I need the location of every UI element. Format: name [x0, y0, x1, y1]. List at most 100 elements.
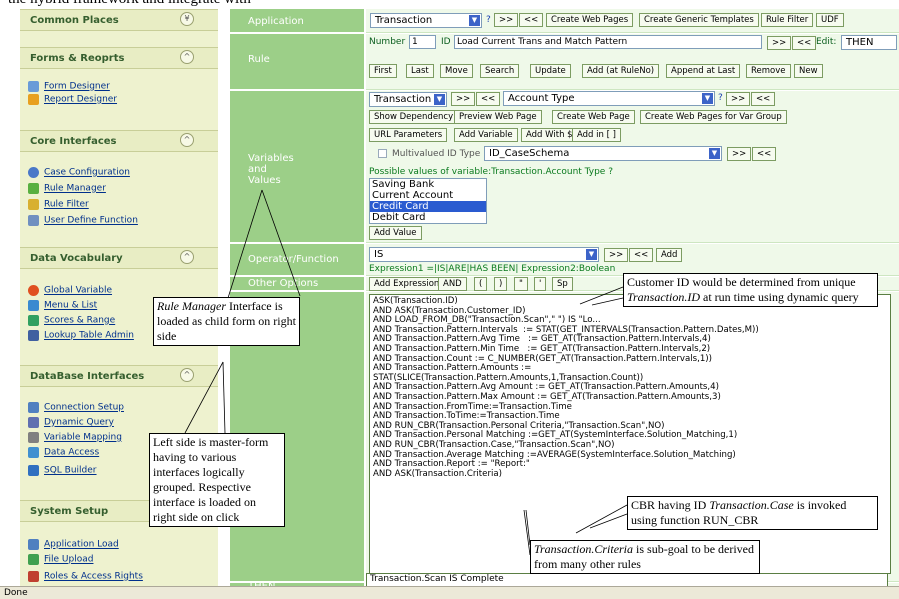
- create-generic-templates-button[interactable]: Create Generic Templates: [639, 13, 759, 27]
- section-database-interfaces[interactable]: DataBase Interfaces ^: [20, 365, 218, 387]
- chevron-down-icon[interactable]: ▼: [586, 249, 597, 260]
- next-button[interactable]: >>: [767, 36, 792, 50]
- link-label[interactable]: Form Designer: [44, 82, 110, 92]
- list-item[interactable]: Debit Card: [370, 212, 486, 223]
- create-web-pages-var-group-button[interactable]: Create Web Pages for Var Group: [640, 110, 787, 124]
- sidebar-link-lookup-table-admin[interactable]: Lookup Table Admin: [28, 330, 134, 343]
- link-label[interactable]: Variable Mapping: [44, 433, 122, 443]
- sidebar-link-report-designer[interactable]: Report Designer: [28, 94, 117, 107]
- rule-id-input[interactable]: Load Current Trans and Match Pattern: [454, 35, 762, 49]
- add-expression-button[interactable]: Add Expression: [369, 277, 445, 291]
- multivalued-select[interactable]: ID_CaseSchema ▼: [484, 146, 722, 161]
- remove-button[interactable]: Remove: [746, 64, 791, 78]
- link-label[interactable]: Dynamic Query: [44, 418, 114, 428]
- prev-button[interactable]: <<: [476, 92, 501, 106]
- sidebar-link-global-variable[interactable]: Global Variable: [28, 285, 112, 298]
- sidebar-link-form-designer[interactable]: Form Designer: [28, 81, 110, 94]
- expand-icon[interactable]: ^: [180, 368, 194, 382]
- add-at-ruleno-button[interactable]: Add (at RuleNo): [582, 64, 660, 78]
- application-select[interactable]: Transaction ▼: [370, 13, 482, 28]
- link-label[interactable]: Rule Manager: [44, 184, 106, 194]
- list-item[interactable]: Credit Card: [370, 201, 486, 212]
- then-text[interactable]: Transaction.Scan IS Complete: [370, 574, 504, 584]
- append-at-last-button[interactable]: Append at Last: [666, 64, 741, 78]
- rule-filter-button[interactable]: Rule Filter: [761, 13, 814, 27]
- add-operator-button[interactable]: Add: [656, 248, 683, 262]
- next-button[interactable]: >>: [451, 92, 476, 106]
- section-forms-reports[interactable]: Forms & Reoprts ^: [20, 47, 218, 69]
- last-button[interactable]: Last: [406, 64, 434, 78]
- link-label[interactable]: User Define Function: [44, 216, 138, 226]
- list-item[interactable]: Current Account: [370, 190, 486, 201]
- create-web-pages-button[interactable]: Create Web Pages: [546, 13, 634, 27]
- link-label[interactable]: Roles & Access Rights: [44, 572, 143, 582]
- move-button[interactable]: Move: [440, 64, 473, 78]
- edit-select[interactable]: THEN: [841, 35, 897, 50]
- first-button[interactable]: First: [369, 64, 397, 78]
- add-with-dollar-button[interactable]: Add With $: [521, 128, 578, 142]
- close-paren-button[interactable]: ): [494, 277, 508, 291]
- double-quote-button[interactable]: ": [514, 277, 528, 291]
- variable-select[interactable]: Account Type ▼: [503, 91, 715, 106]
- sidebar-link-rule-manager[interactable]: Rule Manager: [28, 183, 106, 196]
- operator-select[interactable]: IS ▼: [369, 247, 599, 262]
- sidebar-link-dynamic-query[interactable]: Dynamic Query: [28, 417, 114, 430]
- prev-button[interactable]: <<: [792, 36, 817, 50]
- create-web-page-button[interactable]: Create Web Page: [552, 110, 635, 124]
- add-variable-button[interactable]: Add Variable: [454, 128, 518, 142]
- chevron-down-icon[interactable]: ▼: [434, 94, 445, 105]
- help-link[interactable]: ?: [486, 15, 491, 25]
- expand-icon[interactable]: ^: [180, 50, 194, 64]
- possible-values-listbox[interactable]: Saving Bank Current Account Credit Card …: [369, 178, 487, 224]
- sidebar-link-sql-builder[interactable]: SQL Builder: [28, 465, 97, 478]
- update-button[interactable]: Update: [530, 64, 571, 78]
- link-label[interactable]: Case Configuration: [44, 168, 130, 178]
- add-in-brackets-button[interactable]: Add in [ ]: [572, 128, 621, 142]
- if-expression-textarea[interactable]: ASK(Transaction.ID) AND ASK(Transaction.…: [369, 294, 891, 574]
- expand-icon[interactable]: ^: [180, 250, 194, 264]
- variable-group-select[interactable]: Transaction ▼: [369, 92, 447, 107]
- link-label[interactable]: Connection Setup: [44, 403, 124, 413]
- sidebar-link-variable-mapping[interactable]: Variable Mapping: [28, 432, 122, 445]
- sidebar-link-file-upload[interactable]: File Upload: [28, 554, 93, 567]
- collapse-icon[interactable]: ¥: [180, 12, 194, 26]
- chevron-down-icon[interactable]: ▼: [702, 93, 713, 104]
- and-button[interactable]: AND: [438, 277, 467, 291]
- next-button-3[interactable]: >>: [727, 147, 752, 161]
- chevron-down-icon[interactable]: ▼: [469, 15, 480, 26]
- list-item[interactable]: Saving Bank: [370, 179, 486, 190]
- preview-web-page-button[interactable]: Preview Web Page: [454, 110, 542, 124]
- link-label[interactable]: Global Variable: [44, 286, 112, 296]
- sidebar-link-data-access[interactable]: Data Access: [28, 447, 99, 460]
- sidebar-link-roles-access[interactable]: Roles & Access Rights: [28, 571, 143, 584]
- link-label[interactable]: File Upload: [44, 555, 93, 565]
- add-value-button[interactable]: Add Value: [369, 226, 422, 240]
- prev-button-2[interactable]: <<: [751, 92, 776, 106]
- single-quote-button[interactable]: ': [534, 277, 547, 291]
- link-label[interactable]: Data Access: [44, 448, 99, 458]
- multivalued-checkbox[interactable]: [378, 149, 387, 158]
- link-label[interactable]: Rule Filter: [44, 200, 89, 210]
- link-label[interactable]: SQL Builder: [44, 466, 97, 476]
- sidebar-link-menu-list[interactable]: Menu & List: [28, 300, 97, 313]
- next-button[interactable]: >>: [604, 248, 629, 262]
- next-button[interactable]: >>: [494, 13, 519, 27]
- show-dependency-button[interactable]: Show Dependency: [369, 110, 459, 124]
- section-data-vocabulary[interactable]: Data Vocabulary ^: [20, 247, 218, 269]
- url-parameters-button[interactable]: URL Parameters: [369, 128, 448, 142]
- open-paren-button[interactable]: (: [474, 277, 488, 291]
- expand-icon[interactable]: ^: [180, 133, 194, 147]
- udf-button[interactable]: UDF: [816, 13, 844, 27]
- next-button-2[interactable]: >>: [726, 92, 751, 106]
- section-common-places[interactable]: Common Places ¥: [20, 9, 218, 31]
- section-core-interfaces[interactable]: Core Interfaces ^: [20, 130, 218, 152]
- sidebar-link-connection-setup[interactable]: Connection Setup: [28, 402, 124, 415]
- rule-number-input[interactable]: 1: [409, 35, 436, 49]
- link-label[interactable]: Menu & List: [44, 301, 97, 311]
- prev-button[interactable]: <<: [519, 13, 544, 27]
- sidebar-link-case-configuration[interactable]: Case Configuration: [28, 167, 130, 180]
- sidebar-link-rule-filter[interactable]: Rule Filter: [28, 199, 89, 212]
- link-label[interactable]: Scores & Range: [44, 316, 115, 326]
- link-label[interactable]: Lookup Table Admin: [44, 331, 134, 341]
- prev-button-3[interactable]: <<: [752, 147, 777, 161]
